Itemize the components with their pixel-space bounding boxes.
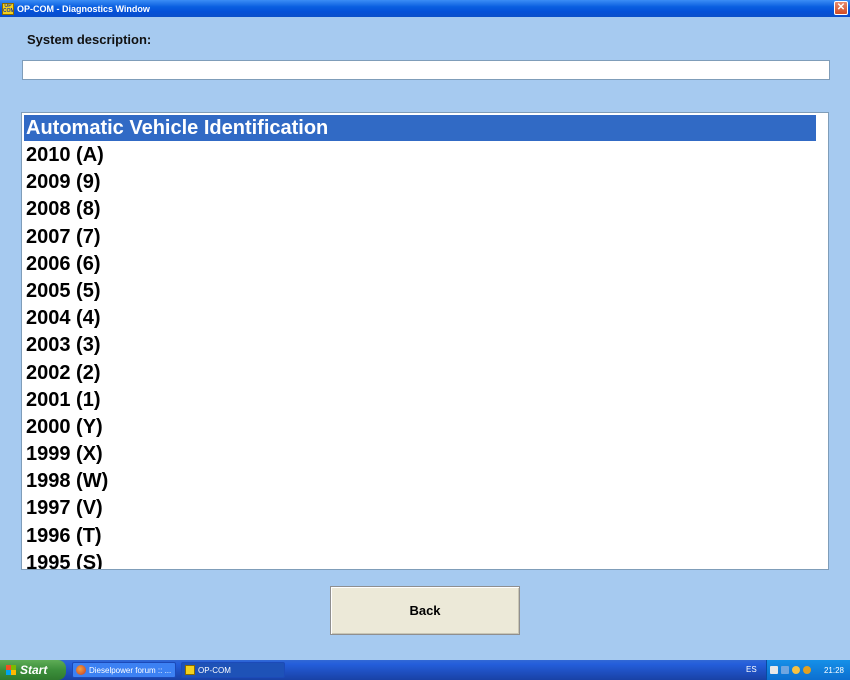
list-item[interactable]: 2000 (Y) [24,414,816,441]
list-item[interactable]: 1996 (T) [24,523,816,550]
list-item[interactable]: 1995 (S) [24,550,816,569]
list-item[interactable]: 2001 (1) [24,387,816,414]
alert-icon[interactable] [803,666,811,674]
start-button[interactable]: Start [0,660,66,680]
task-opcom[interactable]: OP-COM [181,662,285,678]
back-button[interactable]: Back [330,586,520,635]
list-item-auto-identification[interactable]: Automatic Vehicle Identification [24,115,816,141]
list-item[interactable]: 2008 (8) [24,196,816,223]
windows-flag-icon [6,665,16,675]
vehicle-list: Automatic Vehicle Identification 2010 (A)… [24,115,816,569]
shield-icon[interactable] [792,666,800,674]
opcom-icon [185,665,195,675]
start-label: Start [20,663,48,677]
opcom-app-icon: OP COM [2,2,14,15]
taskbar: Start Dieselpower forum :: ... OP-COM ES… [0,660,850,680]
list-item[interactable]: 2004 (4) [24,305,816,332]
list-item[interactable]: 2010 (A) [24,142,816,169]
list-item[interactable]: 2009 (9) [24,169,816,196]
list-item[interactable]: 2007 (7) [24,224,816,251]
title-bar: OP COM OP-COM - Diagnostics Window ✕ [0,0,850,17]
list-item[interactable]: 2003 (3) [24,332,816,359]
firefox-icon [76,665,86,675]
system-description-field[interactable] [22,60,830,80]
window-title: OP-COM - Diagnostics Window [17,3,150,14]
system-tray: 21:28 [766,660,850,680]
task-label: Dieselpower forum :: ... [89,665,172,675]
vehicle-listbox[interactable]: Automatic Vehicle Identification 2010 (A)… [21,112,829,570]
list-item[interactable]: 2002 (2) [24,360,816,387]
task-label: OP-COM [198,665,231,675]
close-button[interactable]: ✕ [834,1,848,15]
network-icon[interactable] [781,666,789,674]
task-dieselpower-forum[interactable]: Dieselpower forum :: ... [72,662,176,678]
clock: 21:28 [823,665,844,675]
list-item[interactable]: 1998 (W) [24,468,816,495]
camera-icon[interactable] [770,666,778,674]
system-description-label: System description: [27,32,152,47]
list-item[interactable]: 2005 (5) [24,278,816,305]
list-item[interactable]: 1999 (X) [24,441,816,468]
language-indicator[interactable]: ES [746,660,757,680]
list-item[interactable]: 2006 (6) [24,251,816,278]
list-item[interactable]: 1997 (V) [24,495,816,522]
